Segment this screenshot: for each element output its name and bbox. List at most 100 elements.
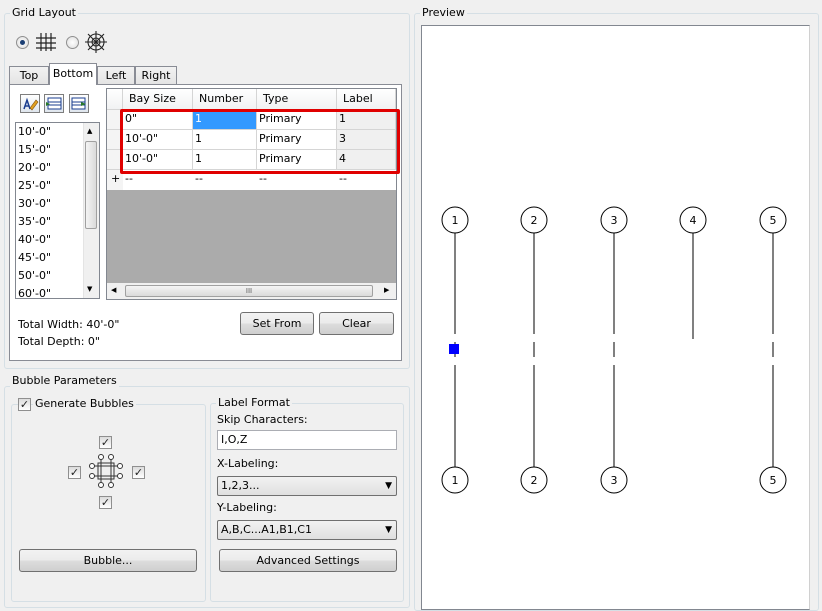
tab-left[interactable]: Left	[97, 66, 135, 85]
table-h-scrollbar[interactable]: ◀ III ▶	[107, 283, 396, 299]
selected-grid-marker[interactable]	[449, 344, 459, 354]
bubble-parameters-title: Bubble Parameters	[10, 374, 119, 387]
size-list-scrollbar[interactable]: ▲ ▼	[83, 123, 99, 298]
radial-grid-radio[interactable]	[66, 36, 79, 49]
grid-bubble-top[interactable]: 2	[520, 206, 548, 234]
rectangular-grid-radio[interactable]	[16, 36, 29, 49]
table-cell[interactable]: 1	[337, 110, 396, 130]
table-cell[interactable]: Primary	[257, 130, 337, 150]
scroll-up-arrow[interactable]: ▲	[87, 127, 92, 135]
h-scroll-right-arrow[interactable]: ▶	[384, 286, 389, 294]
label-format-title: Label Format	[216, 396, 292, 409]
bubble-bottom-checkbox[interactable]: ✓	[99, 496, 112, 509]
scroll-down-arrow[interactable]: ▼	[87, 285, 92, 293]
table-cell[interactable]: Primary	[257, 150, 337, 170]
tab-top[interactable]: Top	[9, 66, 49, 85]
generate-bubbles-checkbox[interactable]: ✓	[18, 398, 31, 411]
grid-bubble-label: 1	[452, 474, 459, 487]
row-header[interactable]	[107, 130, 123, 150]
bubble-top-checkbox[interactable]: ✓	[99, 436, 112, 449]
new-row-cell[interactable]: --	[337, 170, 396, 190]
table-cell[interactable]: 0"	[123, 110, 193, 130]
bay-size-list-item[interactable]: 50'-0"	[16, 267, 82, 285]
grid-bubble-label: 4	[690, 214, 697, 227]
bay-size-listbox[interactable]: 10'-0" 15'-0" 20'-0" 25'-0" 30'-0" 35'-0" 40'-…	[15, 122, 100, 299]
grid-bubble-top[interactable]: 4	[679, 206, 707, 234]
new-row-cell[interactable]: --	[193, 170, 257, 190]
bubble-right-checkbox[interactable]: ✓	[132, 466, 145, 479]
col-header-type[interactable]: Type	[257, 89, 337, 110]
bay-size-list-item[interactable]: 25'-0"	[16, 177, 82, 195]
table-cell[interactable]: 10'-0"	[123, 130, 193, 150]
col-header-label[interactable]: Label	[337, 89, 396, 110]
row-header-corner	[107, 89, 123, 110]
advanced-settings-button[interactable]: Advanced Settings	[219, 549, 397, 572]
grid-bubble-top[interactable]: 3	[600, 206, 628, 234]
chevron-down-icon: ▼	[385, 481, 392, 491]
grid-bubble-label: 2	[531, 214, 538, 227]
x-labeling-select[interactable]: 1,2,3... ▼	[217, 476, 397, 496]
bay-size-list-item[interactable]: 10'-0"	[16, 123, 82, 141]
append-row-button[interactable]	[69, 94, 89, 113]
grid-bubble-label: 3	[611, 474, 618, 487]
rectangular-grid-icon	[36, 33, 56, 51]
insert-row-icon	[46, 97, 62, 110]
table-cell[interactable]: 1	[193, 150, 257, 170]
y-labeling-select[interactable]: A,B,C...A1,B1,C1 ▼	[217, 520, 397, 540]
grid-layout-title: Grid Layout	[10, 6, 78, 19]
edit-label-button[interactable]	[20, 94, 40, 113]
preview-title: Preview	[420, 6, 467, 19]
grid-bubble-label: 2	[531, 474, 538, 487]
grid-bubble-label: 5	[770, 214, 777, 227]
generate-bubbles-label: Generate Bubbles	[33, 397, 136, 410]
table-cell[interactable]: 3	[337, 130, 396, 150]
row-header[interactable]	[107, 150, 123, 170]
table-cell[interactable]: 4	[337, 150, 396, 170]
insert-row-button[interactable]	[44, 94, 64, 113]
row-header[interactable]	[107, 110, 123, 130]
table-cell[interactable]: Primary	[257, 110, 337, 130]
bay-table[interactable]: Bay Size Number Type Label 0" 1 Primary 1 10…	[106, 88, 397, 300]
bubble-button[interactable]: Bubble...	[19, 549, 197, 572]
h-scroll-thumb[interactable]: III	[125, 285, 373, 297]
bubble-sides-diagram-icon	[89, 454, 123, 488]
grid-bubble-bottom[interactable]: 3	[600, 466, 628, 494]
table-cell[interactable]: 1	[193, 130, 257, 150]
new-row-cell[interactable]: --	[123, 170, 193, 190]
grid-bubble-bottom[interactable]: 1	[441, 466, 469, 494]
set-from-button[interactable]: Set From	[240, 312, 314, 335]
bay-size-list-item[interactable]: 35'-0"	[16, 213, 82, 231]
grid-bubble-label: 1	[452, 214, 459, 227]
h-scroll-left-arrow[interactable]: ◀	[111, 286, 116, 294]
x-labeling-value: 1,2,3...	[221, 479, 260, 492]
grid-bubble-top[interactable]: 1	[441, 206, 469, 234]
skip-characters-input[interactable]: I,O,Z	[217, 430, 397, 450]
new-row-marker[interactable]: +	[107, 170, 123, 190]
grid-bubble-label: 3	[611, 214, 618, 227]
radial-grid-icon	[85, 31, 107, 53]
bay-size-list-item[interactable]: 30'-0"	[16, 195, 82, 213]
grid-bubble-bottom[interactable]: 2	[520, 466, 548, 494]
new-row-cell[interactable]: --	[257, 170, 337, 190]
col-header-bay-size[interactable]: Bay Size	[123, 89, 193, 110]
tab-right[interactable]: Right	[135, 66, 177, 85]
bay-size-list-item[interactable]: 40'-0"	[16, 231, 82, 249]
clear-button[interactable]: Clear	[319, 312, 394, 335]
grid-bubble-top[interactable]: 5	[759, 206, 787, 234]
bubble-left-checkbox[interactable]: ✓	[68, 466, 81, 479]
bay-size-list-item[interactable]: 15'-0"	[16, 141, 82, 159]
y-labeling-label: Y-Labeling:	[217, 501, 277, 514]
bay-size-list-item[interactable]: 45'-0"	[16, 249, 82, 267]
table-cell[interactable]: 10'-0"	[123, 150, 193, 170]
col-header-number[interactable]: Number	[193, 89, 257, 110]
total-width-text: Total Width: 40'-0"	[18, 318, 120, 331]
scroll-thumb[interactable]	[85, 141, 97, 229]
y-labeling-value: A,B,C...A1,B1,C1	[221, 523, 312, 536]
bay-size-list-item[interactable]: 60'-0"	[16, 285, 82, 298]
table-cell[interactable]: 1	[193, 110, 257, 130]
tab-bottom[interactable]: Bottom	[49, 63, 97, 85]
bay-size-list-item[interactable]: 20'-0"	[16, 159, 82, 177]
grid-bubble-bottom[interactable]: 5	[759, 466, 787, 494]
edit-label-icon	[23, 97, 39, 111]
preview-drawing: 1 2 3 4 5 1 2 3 5	[441, 206, 787, 494]
